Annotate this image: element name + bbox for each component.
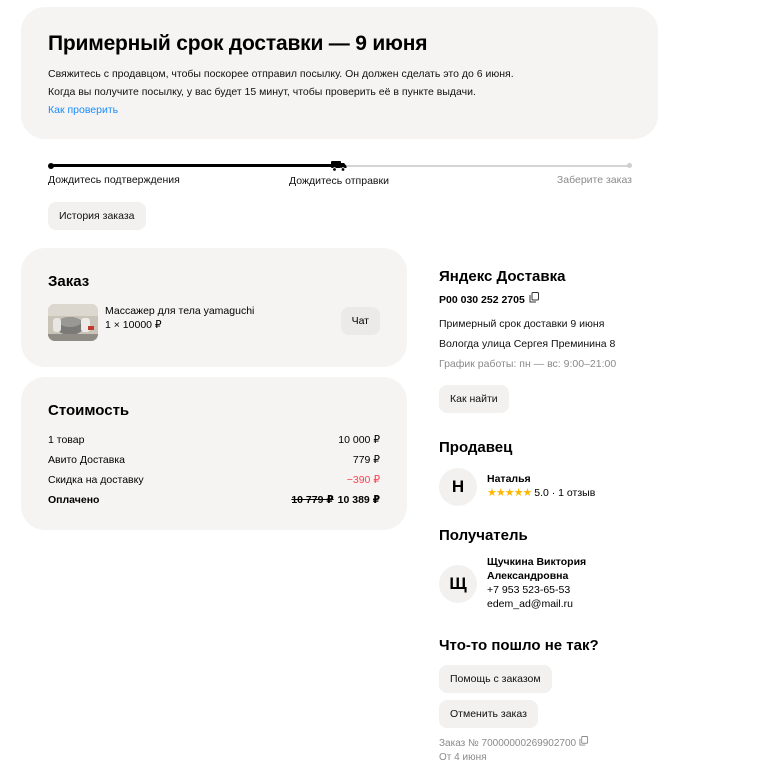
- total-paid-price: 10 389 ₽: [337, 494, 380, 506]
- cost-card: Стоимость 1 товар 10 000 ₽ Авито Доставк…: [21, 377, 407, 530]
- pickup-schedule: График работы: пн — вс: 9:00–21:00: [439, 358, 617, 370]
- seller-info[interactable]: Наталья ★★★★★ 5.0 · 1 отзыв: [487, 472, 595, 500]
- discount-value: −390 ₽: [346, 474, 380, 486]
- progress-fill: [50, 164, 336, 167]
- chat-button[interactable]: Чат: [340, 307, 380, 335]
- order-number-row[interactable]: Заказ № 70000000269902700 От 4 июня: [439, 736, 588, 765]
- order-title: Заказ: [48, 273, 90, 290]
- how-to-check-link[interactable]: Как проверить: [48, 101, 631, 119]
- cost-row-total: Оплачено 10 779 ₽10 389 ₽: [48, 490, 380, 510]
- cost-title: Стоимость: [48, 402, 130, 419]
- recipient-title: Получатель: [439, 527, 528, 544]
- problems-title: Что-то пошло не так?: [439, 637, 599, 654]
- total-old-price: 10 779 ₽: [291, 494, 334, 506]
- seller-avatar[interactable]: Н: [439, 468, 477, 506]
- seller-title: Продавец: [439, 439, 513, 456]
- order-item[interactable]: Массажер для тела yamaguchi 1 × 10000 ₽ …: [48, 304, 380, 342]
- product-thumbnail[interactable]: [48, 304, 98, 341]
- recipient-phone: +7 953 523-65-53: [487, 584, 571, 596]
- product-name[interactable]: Массажер для тела yamaguchi: [105, 305, 254, 318]
- right-column: Яндекс Доставка P00 030 252 2705 Примерн…: [439, 266, 749, 763]
- total-label: Оплачено: [48, 494, 100, 506]
- cost-value: 10 000 ₽: [338, 434, 380, 446]
- pickup-address: Вологда улица Сергея Преминина 8: [439, 338, 616, 350]
- recipient-name-line2: Александровна: [487, 570, 569, 582]
- progress-end-dot: [627, 163, 632, 168]
- cost-label: Скидка на доставку: [48, 474, 144, 486]
- delivery-service-title: Яндекс Доставка: [439, 268, 566, 285]
- cost-label: Авито Доставка: [48, 454, 125, 466]
- copy-icon[interactable]: [579, 736, 588, 749]
- step-pickup: Заберите заказ: [556, 174, 632, 186]
- cancel-order-button[interactable]: Отменить заказ: [439, 700, 538, 728]
- order-progress: Дождитесь подтверждения Дождитесь отправ…: [48, 158, 632, 190]
- step-confirmation: Дождитесь подтверждения: [48, 174, 180, 186]
- recipient-info: Щучкина Виктория Александровна +7 953 52…: [487, 555, 586, 611]
- order-date: От 4 июня: [439, 752, 487, 763]
- tracking-number: P00 030 252 2705: [439, 294, 525, 306]
- cost-value: 779 ₽: [352, 454, 380, 466]
- recipient-avatar: Щ: [439, 565, 477, 603]
- copy-icon[interactable]: [529, 292, 539, 308]
- cost-rows: 1 товар 10 000 ₽ Авито Доставка 779 ₽ Ск…: [48, 430, 380, 510]
- help-with-order-button[interactable]: Помощь с заказом: [439, 665, 552, 693]
- cost-row-items: 1 товар 10 000 ₽: [48, 430, 380, 450]
- order-number: Заказ № 70000000269902700: [439, 738, 577, 749]
- rating-stars-icon: ★★★★★: [487, 487, 532, 499]
- step-shipping: Дождитесь отправки: [289, 175, 389, 187]
- banner-text-line1: Свяжитесь с продавцом, чтобы поскорее от…: [48, 68, 514, 80]
- order-card: Заказ Массажер для тела yamaguchi 1 × 10…: [21, 248, 407, 367]
- cost-row-discount: Скидка на доставку −390 ₽: [48, 470, 380, 490]
- tracking-number-row[interactable]: P00 030 252 2705: [439, 292, 749, 308]
- product-quantity-price: 1 × 10000 ₽: [105, 319, 162, 331]
- cost-row-delivery: Авито Доставка 779 ₽: [48, 450, 380, 470]
- recipient-email: edem_ad@mail.ru: [487, 598, 573, 610]
- banner-text-line2: Когда вы получите посылку, у вас будет 1…: [48, 86, 476, 98]
- recipient-name-line1: Щучкина Виктория: [487, 556, 587, 568]
- cost-label: 1 товар: [48, 434, 85, 446]
- delivery-banner: Примерный срок доставки — 9 июня Свяжите…: [21, 7, 658, 139]
- seller-name[interactable]: Наталья: [487, 473, 531, 485]
- total-amount: 10 779 ₽10 389 ₽: [291, 490, 380, 510]
- progress-start-dot: [48, 163, 54, 169]
- how-to-find-button[interactable]: Как найти: [439, 385, 509, 413]
- delivery-eta: Примерный срок доставки 9 июня: [439, 318, 605, 330]
- seller-rating: 5.0 · 1 отзыв: [534, 487, 596, 499]
- order-history-button[interactable]: История заказа: [48, 202, 146, 230]
- delivery-eta-title: Примерный срок доставки — 9 июня: [48, 32, 428, 55]
